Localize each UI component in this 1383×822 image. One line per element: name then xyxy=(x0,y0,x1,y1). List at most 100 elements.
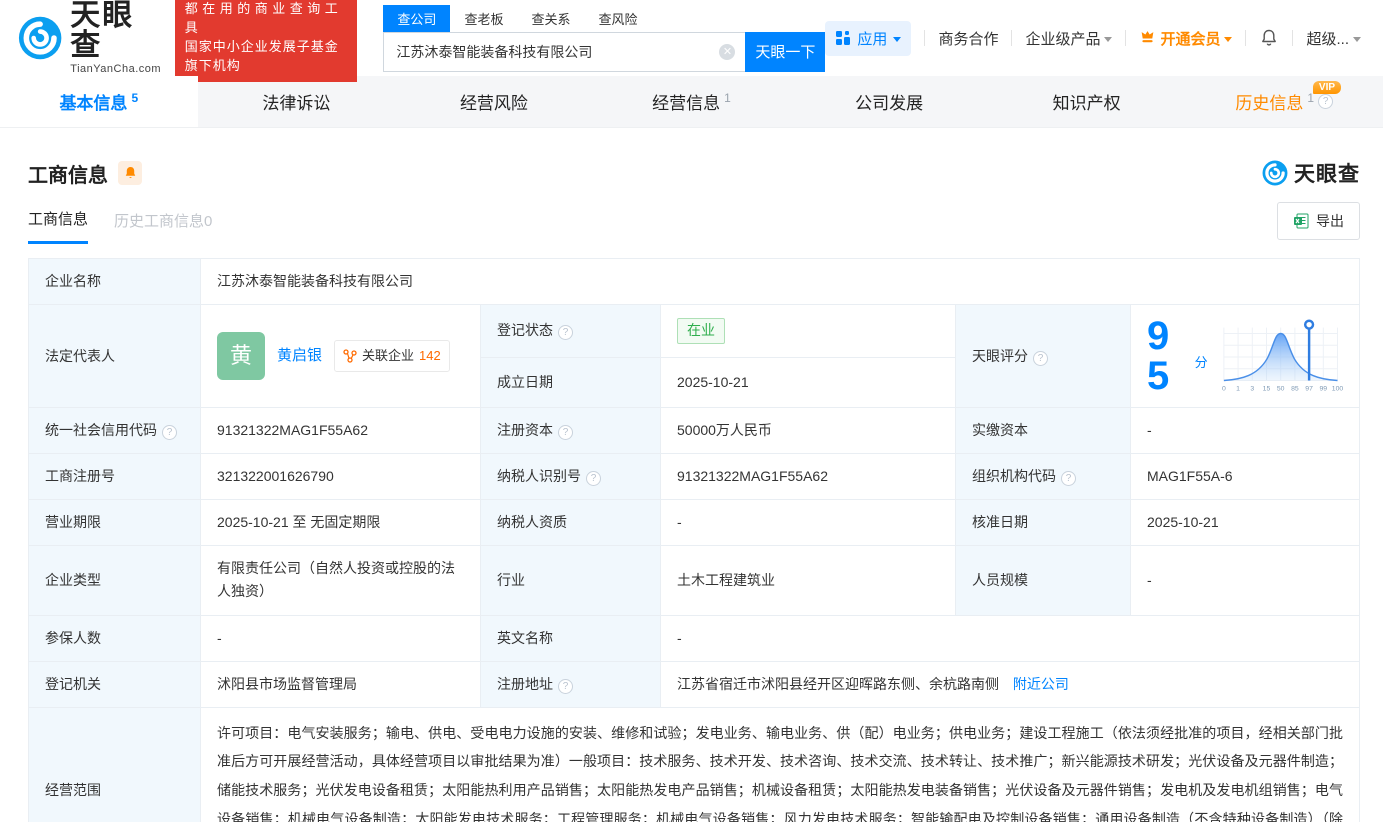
bell-icon xyxy=(125,166,135,179)
score-marker-pin xyxy=(1303,319,1314,330)
tianyancha-logo[interactable]: 天眼查 TianYanCha.com xyxy=(18,1,163,75)
help-icon[interactable]: ? xyxy=(558,678,573,694)
field-label: 注册地址? xyxy=(480,660,661,708)
header-nav: 应用 商务合作 企业级产品 开通会员 超级... xyxy=(825,20,1361,56)
membership-label: 开通会员 xyxy=(1160,30,1221,48)
field-label: 注册资本? xyxy=(480,407,661,455)
nav-enterprise-products[interactable]: 企业级产品 xyxy=(1025,28,1113,49)
brand-name: 天眼查 xyxy=(70,0,135,62)
field-value: 50000万人民币 xyxy=(660,407,956,455)
field-value: 江苏沐泰智能装备科技有限公司 xyxy=(200,257,1360,306)
tab-intellectual-property[interactable]: 知识产权 xyxy=(988,76,1186,127)
divider xyxy=(1011,30,1013,46)
divider xyxy=(1125,30,1127,46)
field-label: 英文名称 xyxy=(480,614,661,662)
field-label: 参保人数 xyxy=(28,614,201,662)
avatar[interactable]: 黄 xyxy=(217,332,265,381)
svg-text:100: 100 xyxy=(1331,385,1343,392)
svg-text:85: 85 xyxy=(1291,385,1299,392)
field-label: 统一社会信用代码? xyxy=(28,407,201,455)
subscribe-bell-chip[interactable] xyxy=(118,161,142,185)
field-value: 土木工程建筑业 xyxy=(660,545,956,616)
business-info-table: 企业名称 江苏沐泰智能装备科技有限公司 法定代表人 黄 黄启银 关联企业 142… xyxy=(28,257,1360,822)
help-icon[interactable]: ? xyxy=(558,425,573,441)
promo-line2: 国家中小企业发展子基金旗下机构 xyxy=(184,39,339,73)
status-badge: 在业 xyxy=(677,318,725,344)
field-label: 企业名称 xyxy=(28,257,201,306)
tab-legal-litigation[interactable]: 法律诉讼 xyxy=(198,76,396,127)
help-icon[interactable]: ? xyxy=(162,425,177,441)
field-label: 纳税人资质 xyxy=(480,499,661,547)
score-cell: 95 分 0 1 3 15 50 85 97 99 100 xyxy=(1130,304,1360,409)
field-label: 成立日期 xyxy=(480,356,661,409)
notifications-bell-icon[interactable] xyxy=(1259,28,1279,48)
chevron-down-icon xyxy=(1224,36,1233,42)
search-button[interactable]: 天眼一下 xyxy=(745,31,826,72)
field-value: - xyxy=(660,614,1360,662)
search-tab-relation[interactable]: 查关系 xyxy=(517,5,584,32)
apps-menu[interactable]: 应用 xyxy=(825,20,912,56)
nav-account-menu[interactable]: 超级... xyxy=(1306,28,1361,49)
field-value: - xyxy=(1130,407,1360,455)
export-button[interactable]: 导出 xyxy=(1277,202,1360,240)
subtab-history-business-info[interactable]: 历史工商信息0 xyxy=(114,210,212,243)
field-label: 行业 xyxy=(480,545,661,616)
clear-search-icon[interactable]: ✕ xyxy=(719,43,736,60)
field-value: 2025-10-21 xyxy=(1130,499,1360,547)
top-header: 天眼查 TianYanCha.com 都在用的商业查询工具 国家中小企业发展子基… xyxy=(0,0,1383,82)
svg-text:3: 3 xyxy=(1250,385,1254,392)
help-icon[interactable]: ? xyxy=(1318,94,1334,109)
main-content: 工商信息 天眼查 工商信息 历史工商信息0 导出 企业名称 江苏沐泰智能装备科技… xyxy=(0,158,1383,822)
field-value: 91321322MAG1F55A62 xyxy=(200,407,481,455)
enterprise-products-label: 企业级产品 xyxy=(1025,30,1101,48)
help-icon[interactable]: ? xyxy=(1061,471,1076,487)
help-icon[interactable]: ? xyxy=(558,325,573,341)
nav-business-cooperation[interactable]: 商务合作 xyxy=(938,28,998,49)
search-input[interactable] xyxy=(383,31,746,72)
subtab-business-info[interactable]: 工商信息 xyxy=(28,208,89,244)
tab-history-info[interactable]: VIP 历史信息 1 ? xyxy=(1185,76,1383,127)
table-row: 法定代表人 黄 黄启银 关联企业 142 登记状态 ? 在业 天眼评分 ? 95… xyxy=(28,304,1360,409)
table-row: 经营范围 许可项目：电气安装服务；输电、供电、受电电力设施的安装、维修和试验；发… xyxy=(28,706,1360,822)
section-title: 工商信息 xyxy=(28,164,108,187)
tab-company-development[interactable]: 公司发展 xyxy=(790,76,988,127)
search-tab-risk[interactable]: 查风险 xyxy=(584,5,651,32)
field-value: 沭阳县市场监督管理局 xyxy=(200,660,481,708)
divider xyxy=(1245,30,1247,46)
brand-domain: TianYanCha.com xyxy=(70,63,162,75)
score-axis-ticks: 0 1 3 15 50 85 97 99 100 xyxy=(1222,385,1343,392)
nearby-companies-link[interactable]: 附近公司 xyxy=(1013,676,1069,692)
tab-operation-risk[interactable]: 经营风险 xyxy=(395,76,593,127)
field-label: 企业类型 xyxy=(28,545,201,616)
registered-address: 江苏省宿迁市沭阳县经开区迎晖路东侧、余杭路南侧 xyxy=(677,675,999,692)
company-detail-tabs: 基本信息 5 法律诉讼 经营风险 经营信息 1 公司发展 知识产权 VIP 历史… xyxy=(0,76,1383,128)
tab-basic-info[interactable]: 基本信息 5 xyxy=(0,76,198,127)
search-tab-company[interactable]: 查公司 xyxy=(383,4,451,32)
tab-label: 知识产权 xyxy=(1052,94,1121,113)
help-icon[interactable]: ? xyxy=(1033,350,1048,366)
related-companies-badge[interactable]: 关联企业 142 xyxy=(334,340,450,372)
excel-icon xyxy=(1294,213,1309,229)
search-tab-boss[interactable]: 查老板 xyxy=(450,5,517,32)
chevron-down-icon xyxy=(1104,36,1113,42)
table-row: 营业期限 2025-10-21 至 无固定期限 纳税人资质 - 核准日期 202… xyxy=(28,499,1360,547)
field-label: 工商注册号 xyxy=(28,453,201,501)
field-value: 在业 xyxy=(660,304,956,358)
divider xyxy=(924,30,926,46)
field-value: - xyxy=(1130,545,1360,616)
nav-open-membership[interactable]: 开通会员 xyxy=(1139,28,1233,49)
help-icon[interactable]: ? xyxy=(586,471,601,487)
legal-rep-link[interactable]: 黄启银 xyxy=(277,344,322,369)
tab-operation-info[interactable]: 经营信息 1 xyxy=(593,76,791,127)
export-label: 导出 xyxy=(1316,213,1344,229)
table-row: 企业类型 有限责任公司（自然人投资或控股的法人独资） 行业 土木工程建筑业 人员… xyxy=(28,545,1360,616)
field-value: - xyxy=(660,499,956,547)
table-row: 登记机关 沭阳县市场监督管理局 注册地址? 江苏省宿迁市沭阳县经开区迎晖路东侧、… xyxy=(28,660,1360,708)
tab-label: 公司发展 xyxy=(855,94,924,113)
table-row: 工商注册号 321322001626790 纳税人识别号? 91321322MA… xyxy=(28,453,1360,501)
field-value: 2025-10-21 至 无固定期限 xyxy=(200,499,481,547)
vip-badge: VIP xyxy=(1312,81,1342,94)
field-value: 2025-10-21 xyxy=(660,356,956,409)
field-value: 91321322MAG1F55A62 xyxy=(660,453,956,501)
tab-label: 法律诉讼 xyxy=(262,94,331,113)
